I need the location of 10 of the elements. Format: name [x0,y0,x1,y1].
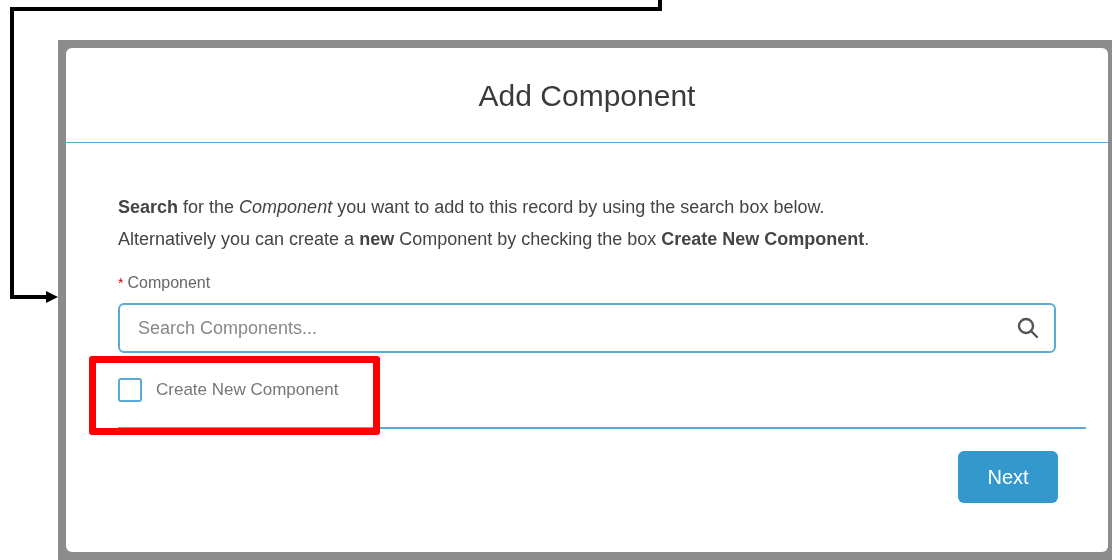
modal-title: Add Component [478,77,696,114]
search-icon [1016,316,1040,340]
next-button[interactable]: Next [958,451,1058,503]
instruction-text: Alternatively you can create a new Component by checking the box Create New Component. [118,228,871,251]
instruction-text: Search for the Component you want to add to this record by using the search box below. [118,196,826,219]
checkbox-label: Create New Component [156,379,339,402]
required-mark: * [118,273,124,293]
search-field[interactable]: Search Components... [118,303,1056,353]
field-label: Component [127,273,211,293]
checkbox[interactable] [118,378,142,402]
